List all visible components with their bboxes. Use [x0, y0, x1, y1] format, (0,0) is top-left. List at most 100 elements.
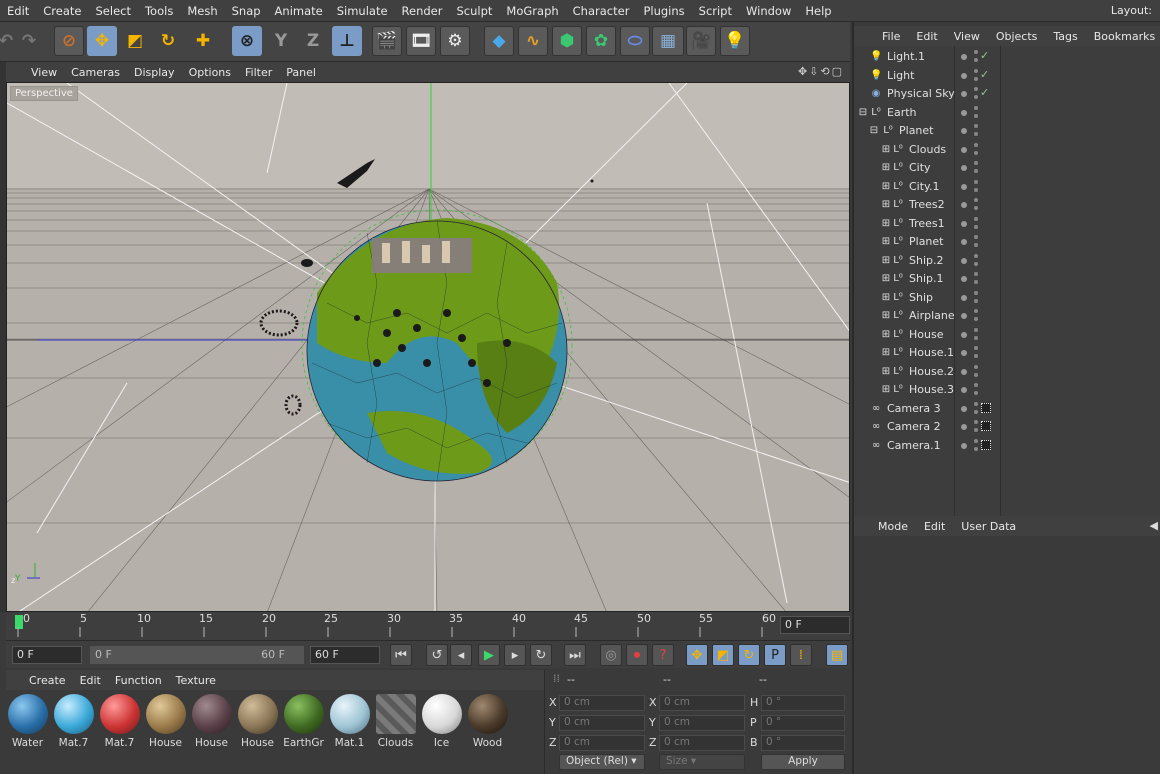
auto-keying-icon[interactable]: ⏺	[626, 644, 648, 666]
visibility-dot[interactable]	[961, 368, 967, 375]
expand-toggle-icon[interactable]: ⊞	[880, 144, 892, 156]
visibility-dot[interactable]	[961, 109, 967, 116]
material-swatch[interactable]: Mat.7	[52, 692, 95, 749]
tree-row-camera-2[interactable]: ∞ Camera 2	[854, 418, 1160, 437]
visibility-dot[interactable]	[961, 165, 967, 171]
menu-character[interactable]: Character	[566, 4, 637, 18]
rotation-h-field[interactable]: 0 °	[761, 695, 845, 711]
viewport-menu-cameras[interactable]: Cameras	[64, 66, 127, 79]
tree-row-clouds[interactable]: ⊞ L⁰ Clouds	[854, 141, 1160, 160]
material-menu-function[interactable]: Function	[108, 674, 169, 687]
material-swatch[interactable]: Ice	[420, 692, 463, 749]
live-selection-icon[interactable]: ⊘	[54, 26, 84, 56]
play-icon[interactable]: ▶	[478, 644, 500, 666]
apply-button[interactable]: Apply	[761, 754, 845, 770]
tree-row-earth[interactable]: ⊟ L⁰ Earth	[854, 104, 1160, 123]
menu-plugins[interactable]: Plugins	[636, 4, 691, 18]
expand-toggle-icon[interactable]: ⊞	[880, 255, 892, 267]
mograph-cloner-icon[interactable]: ✿	[586, 26, 616, 56]
back-arrow-icon[interactable]: ◀	[1150, 519, 1158, 532]
visibility-dot[interactable]	[961, 276, 967, 282]
tree-row-physical-sky[interactable]: ◉ Physical Sky ✓	[854, 85, 1160, 104]
timeline-ruler[interactable]: 0 5 10 15 20 25 30 35 40 45 50 55 60 0 F	[6, 612, 850, 640]
render-picture-viewer-icon[interactable]: 🎞	[406, 26, 436, 56]
material-swatch[interactable]: EarthGr	[282, 692, 325, 749]
rotate-tool-icon[interactable]: ↻	[153, 26, 183, 56]
tree-row-ship-2[interactable]: ⊞ L⁰ Ship.2	[854, 252, 1160, 271]
enabled-check-icon[interactable]: ✓	[980, 86, 989, 99]
tree-row-house[interactable]: ⊞ L⁰ House	[854, 326, 1160, 345]
tree-row-ship-1[interactable]: ⊞ L⁰ Ship.1	[854, 270, 1160, 289]
menu-simulate[interactable]: Simulate	[330, 4, 395, 18]
coordinate-mode-select[interactable]: Object (Rel) ▾	[559, 754, 645, 770]
menu-select[interactable]: Select	[89, 4, 138, 18]
visibility-dot[interactable]	[961, 91, 967, 97]
om-menu-view[interactable]: View	[946, 30, 988, 43]
nurbs-icon[interactable]: ⬢	[552, 26, 582, 56]
attr-menu-mode[interactable]: Mode	[870, 520, 916, 533]
target-tag-icon[interactable]	[981, 402, 991, 413]
rotation-p-field[interactable]: 0 °	[761, 715, 845, 731]
coordinate-system-icon[interactable]: ⊥	[332, 26, 362, 56]
expand-toggle-icon[interactable]: ⊞	[880, 292, 892, 304]
frame-range-slider[interactable]: 0 F 60 F	[90, 646, 304, 664]
expand-toggle-icon[interactable]: ⊞	[880, 310, 892, 322]
visibility-dot[interactable]	[961, 146, 967, 153]
go-to-end-icon[interactable]: ⏭	[564, 644, 586, 666]
previous-key-icon[interactable]: ↺	[426, 644, 448, 666]
visibility-dot[interactable]	[961, 313, 967, 319]
render-view-icon[interactable]: 🎬	[372, 26, 402, 56]
tree-row-light[interactable]: 💡 Light ✓	[854, 67, 1160, 86]
menu-snap[interactable]: Snap	[225, 4, 268, 18]
z-axis-lock-icon[interactable]: Z	[298, 26, 328, 56]
redo-icon[interactable]: ↷	[14, 26, 44, 56]
previous-frame-icon[interactable]: ◂	[450, 644, 472, 666]
menu-render[interactable]: Render	[395, 4, 450, 18]
material-swatch[interactable]: House	[236, 692, 279, 749]
tree-row-planet[interactable]: ⊟ L⁰ Planet	[854, 122, 1160, 141]
record-keys-icon[interactable]: ◎	[600, 644, 622, 666]
tree-row-camera-3[interactable]: ∞ Camera 3	[854, 400, 1160, 419]
y-axis-lock-icon[interactable]: Y	[266, 26, 296, 56]
rotation-b-field[interactable]: 0 °	[761, 735, 845, 751]
floor-scene-icon[interactable]: ▦	[652, 26, 684, 56]
visibility-dot[interactable]	[961, 202, 967, 208]
viewport-menu-panel[interactable]: Panel	[279, 66, 323, 79]
collapse-toggle-icon[interactable]: ⊟	[868, 125, 880, 137]
move-tool-icon[interactable]: ✥	[87, 26, 117, 56]
enabled-check-icon[interactable]: ✓	[980, 49, 989, 62]
visibility-dot[interactable]	[961, 442, 967, 449]
menu-animate[interactable]: Animate	[268, 4, 330, 18]
visibility-dot[interactable]	[961, 72, 967, 79]
scale-tool-icon[interactable]: ◩	[120, 26, 150, 56]
menu-window[interactable]: Window	[739, 4, 798, 18]
undo-icon[interactable]: ↶	[0, 26, 13, 56]
expand-toggle-icon[interactable]: ⊞	[880, 199, 892, 211]
material-swatch[interactable]: Clouds	[374, 692, 417, 749]
visibility-dot[interactable]	[961, 331, 967, 338]
start-frame-field[interactable]: 0 F	[12, 646, 82, 664]
position-y-field[interactable]: 0 cm	[559, 715, 645, 731]
viewport-menu-filter[interactable]: Filter	[238, 66, 279, 79]
visibility-dot[interactable]	[961, 405, 967, 412]
size-mode-select[interactable]: Size ▾	[659, 754, 745, 770]
menu-create[interactable]: Create	[36, 4, 88, 18]
visibility-dot[interactable]	[961, 128, 967, 134]
key-scale-icon[interactable]: ◩	[712, 644, 734, 666]
om-menu-file[interactable]: File	[874, 30, 908, 43]
expand-toggle-icon[interactable]: ⊞	[880, 347, 892, 359]
expand-toggle-icon[interactable]: ⊞	[880, 218, 892, 230]
size-z-field[interactable]: 0 cm	[659, 735, 745, 751]
menu-help[interactable]: Help	[798, 4, 838, 18]
material-swatch[interactable]: House	[190, 692, 233, 749]
tree-row-airplane[interactable]: ⊞ L⁰ Airplane	[854, 307, 1160, 326]
tree-row-house-2[interactable]: ⊞ L⁰ House.2	[854, 363, 1160, 382]
menu-mesh[interactable]: Mesh	[180, 4, 224, 18]
key-parameter-icon[interactable]: P	[764, 644, 786, 666]
collapse-toggle-icon[interactable]: ⊟	[857, 107, 869, 119]
timeline-window-icon[interactable]: ▤	[826, 644, 848, 666]
key-rotation-icon[interactable]: ↻	[738, 644, 760, 666]
tree-row-ship[interactable]: ⊞ L⁰ Ship	[854, 289, 1160, 308]
size-x-field[interactable]: 0 cm	[659, 695, 745, 711]
viewport-menu-options[interactable]: Options	[182, 66, 238, 79]
